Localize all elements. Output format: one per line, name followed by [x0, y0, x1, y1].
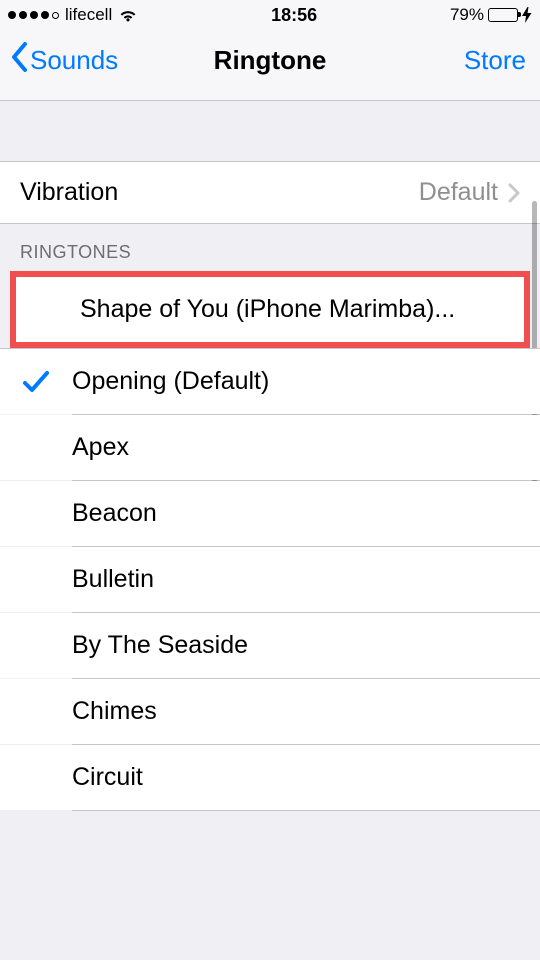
ringtone-row-custom[interactable]: Shape of You (iPhone Marimba)...	[16, 277, 524, 342]
battery-percent: 79%	[450, 5, 484, 25]
ringtone-row[interactable]: Circuit	[0, 745, 540, 810]
ringtone-label: By The Seaside	[72, 631, 540, 660]
status-left: lifecell	[8, 5, 138, 25]
ringtone-row[interactable]: Chimes	[0, 679, 540, 744]
chevron-right-icon	[508, 183, 520, 203]
page-title: Ringtone	[214, 45, 327, 76]
back-label: Sounds	[30, 45, 118, 76]
ringtone-row[interactable]: By The Seaside	[0, 613, 540, 678]
ringtone-label: Opening (Default)	[72, 367, 540, 396]
ringtone-label: Beacon	[72, 499, 540, 528]
nav-bar: Sounds Ringtone Store	[0, 30, 540, 100]
highlighted-ringtone: Shape of You (iPhone Marimba)...	[10, 271, 530, 348]
ringtone-label: Apex	[72, 433, 540, 462]
status-bar: lifecell 18:56 79%	[0, 0, 540, 30]
ringtone-row[interactable]: Apex	[0, 415, 540, 480]
ringtone-row[interactable]: Beacon	[0, 481, 540, 546]
status-right: 79%	[450, 5, 532, 25]
vibration-value: Default	[419, 178, 498, 207]
charging-icon	[522, 7, 532, 23]
wifi-icon	[118, 8, 138, 22]
signal-strength-icon	[8, 11, 59, 19]
store-button[interactable]: Store	[464, 45, 526, 76]
vibration-label: Vibration	[20, 178, 118, 207]
ringtone-label: Chimes	[72, 697, 540, 726]
ringtone-label: Bulletin	[72, 565, 540, 594]
ringtones-section-header: RINGTONES	[0, 224, 540, 271]
back-button[interactable]: Sounds	[10, 42, 118, 79]
checkmark-icon	[0, 371, 72, 393]
ringtone-label: Circuit	[72, 763, 540, 792]
chevron-left-icon	[10, 42, 28, 79]
ringtone-label: Shape of You (iPhone Marimba)...	[80, 295, 516, 324]
carrier-label: lifecell	[65, 5, 112, 25]
status-time: 18:56	[271, 5, 317, 26]
ringtone-row[interactable]: Opening (Default)	[0, 348, 540, 414]
vibration-row[interactable]: Vibration Default	[0, 161, 540, 224]
ringtone-list: Opening (Default) Apex Beacon Bulletin B…	[0, 348, 540, 811]
content: Vibration Default RINGTONES Shape of You…	[0, 101, 540, 811]
battery-icon	[488, 8, 518, 22]
ringtone-row[interactable]: Bulletin	[0, 547, 540, 612]
